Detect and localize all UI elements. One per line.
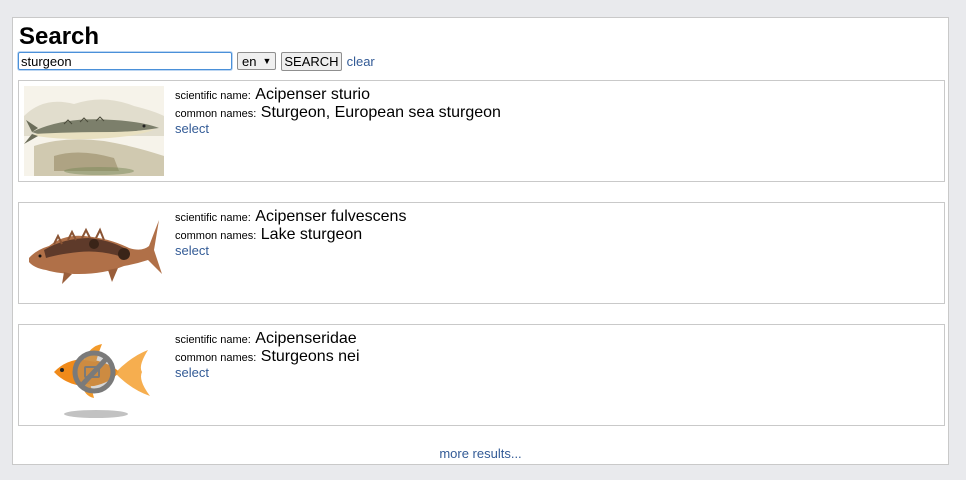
scientific-name-value: Acipenser sturio: [255, 86, 370, 103]
scientific-name-label: scientific name:: [175, 334, 251, 346]
chevron-down-icon: ▼: [262, 56, 272, 66]
common-names-row: common names: Lake sturgeon: [175, 226, 406, 244]
common-names-row: common names: Sturgeons nei: [175, 348, 360, 366]
result-item: scientific name: Acipenser fulvescens co…: [18, 202, 945, 304]
language-select[interactable]: en ▼: [237, 52, 277, 70]
select-link[interactable]: select: [175, 243, 406, 258]
sturgeon-illustration-icon: [24, 86, 164, 176]
search-button[interactable]: SEARCH: [281, 51, 342, 71]
scientific-name-row: scientific name: Acipenser sturio: [175, 86, 501, 104]
result-info: scientific name: Acipenseridae common na…: [175, 330, 360, 380]
language-value: en: [242, 53, 257, 69]
result-info: scientific name: Acipenser fulvescens co…: [175, 208, 406, 258]
page-title: Search: [19, 23, 100, 50]
result-info: scientific name: Acipenser sturio common…: [175, 86, 501, 136]
search-input[interactable]: [18, 52, 232, 70]
lake-sturgeon-icon: [24, 208, 164, 298]
select-link[interactable]: select: [175, 121, 501, 136]
search-bar: en ▼ SEARCH clear: [18, 51, 375, 71]
search-panel: Search en ▼ SEARCH clear scientific name…: [12, 17, 949, 465]
select-link[interactable]: select: [175, 365, 360, 380]
scientific-name-value: Acipenser fulvescens: [255, 208, 407, 225]
more-results-link[interactable]: more results...: [13, 446, 948, 461]
result-item: scientific name: Acipenseridae common na…: [18, 324, 945, 426]
common-names-value: Sturgeons nei: [260, 348, 360, 365]
common-names-label: common names:: [175, 230, 257, 242]
result-item: scientific name: Acipenser sturio common…: [18, 80, 945, 182]
scientific-name-row: scientific name: Acipenser fulvescens: [175, 208, 406, 226]
scientific-name-row: scientific name: Acipenseridae: [175, 330, 360, 348]
common-names-value: Lake sturgeon: [260, 226, 363, 243]
common-names-value: Sturgeon, European sea sturgeon: [260, 104, 501, 121]
scientific-name-label: scientific name:: [175, 90, 251, 102]
clear-link[interactable]: clear: [347, 54, 375, 69]
common-names-label: common names:: [175, 108, 257, 120]
scientific-name-value: Acipenseridae: [255, 330, 357, 347]
common-names-row: common names: Sturgeon, European sea stu…: [175, 104, 501, 122]
scientific-name-label: scientific name:: [175, 212, 251, 224]
common-names-label: common names:: [175, 352, 257, 364]
no-photo-goldfish-icon: [24, 330, 164, 420]
